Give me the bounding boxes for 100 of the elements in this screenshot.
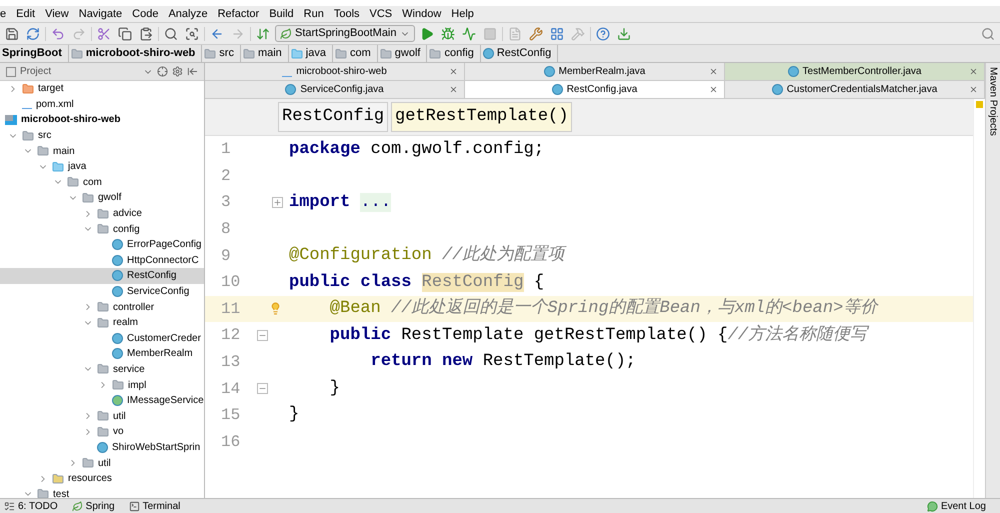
lightbulb-icon[interactable] [269,302,282,316]
line-number: 10 [221,272,242,294]
tree-item[interactable]: impl [0,377,204,393]
tree-item[interactable]: target [0,81,204,97]
menu-item[interactable]: Help [451,6,474,22]
close-icon[interactable] [709,67,718,76]
folder-icon [70,48,83,60]
menu-item[interactable]: VCS [370,6,392,22]
folder-icon [22,130,34,142]
hide-panel-icon[interactable] [187,66,198,77]
close-icon[interactable] [969,67,978,76]
tree-item[interactable]: controller [0,299,204,315]
tree-item[interactable]: com [0,174,204,190]
menu-item[interactable]: Code [132,6,158,22]
settings-icon[interactable] [172,66,183,77]
line-number: 15 [221,405,242,426]
folder-icon [22,82,34,95]
menu-item[interactable]: Navigate [78,6,122,22]
menu-item[interactable]: e [0,6,6,22]
warning-marker-icon [976,101,983,108]
breadcrumb-item[interactable]: SpringBoot [2,45,69,62]
code-line: import ... [288,192,392,214]
tree-item[interactable]: IMessageService [0,392,204,408]
tree-item[interactable]: test [0,486,204,498]
tree-item[interactable]: util [0,455,204,471]
editor-tab[interactable]: RestConfig.java [465,81,725,98]
close-icon[interactable] [969,85,978,94]
tree-item[interactable]: gwolf [0,190,204,206]
folder-icon [97,363,109,376]
folder-icon [97,223,109,236]
fold-start-icon[interactable] [257,330,268,341]
menu-item[interactable]: Edit [16,6,36,22]
folder-icon [67,176,79,188]
breadcrumb-item[interactable]: RestConfig [482,45,558,62]
editor-tab[interactable]: TestMemberController.java [725,63,985,80]
help-icon[interactable] [594,24,612,42]
line-number: 11 [221,298,242,320]
crosshair-icon[interactable] [157,66,168,77]
tree-item[interactable]: util [0,408,204,424]
breadcrumb-item[interactable]: gwolf [380,45,428,62]
line-number: 8 [221,219,232,240]
tree-item[interactable]: HttpConnectorC [0,252,204,268]
tree-item[interactable]: ServiceConfig [0,284,204,300]
structure-crumb[interactable]: getRestTemplate() [391,102,572,132]
coverage-icon[interactable] [460,24,478,42]
close-icon[interactable] [449,85,458,94]
close-icon[interactable] [709,85,718,94]
tree-item[interactable]: CustomerCreder [0,330,204,346]
tree-item[interactable]: service [0,362,204,378]
tree-item[interactable]: ShiroWebStartSprin [0,440,204,456]
breadcrumb-item[interactable]: com [334,45,378,62]
tree-item[interactable]: resources [0,470,204,486]
breadcrumb-item[interactable]: config [429,45,481,62]
tool-window-button[interactable]: Terminal [128,498,180,513]
fold-end-icon[interactable] [257,383,268,394]
structure-crumb[interactable]: RestConfig [278,102,388,132]
breadcrumb-item[interactable]: main [242,45,289,62]
breadcrumb-item[interactable]: microboot-shiro-web [70,45,202,62]
menu-item[interactable]: Refactor [218,6,260,22]
tree-item[interactable]: MemberRealm [0,346,204,362]
folder-icon [82,457,94,470]
code-line: return new RestTemplate(); [370,351,636,374]
tree-item[interactable]: config [0,221,204,237]
folder-icon [82,192,94,204]
maven-projects-tab[interactable]: Maven Projects [986,67,1000,136]
tree-item[interactable]: main [0,143,204,159]
close-icon[interactable] [449,67,458,76]
debug-bug-icon[interactable] [438,24,456,42]
line-number: 16 [221,432,242,453]
menu-item[interactable]: View [45,6,69,22]
tree-item[interactable]: advice [0,206,204,222]
fold-expand-icon[interactable] [272,196,283,208]
tree-item[interactable]: RestConfig [0,268,204,284]
breadcrumb-item[interactable]: src [204,45,241,62]
leaf-icon [280,28,292,40]
tree-item[interactable]: ErrorPageConfig [0,236,204,253]
tree-item[interactable]: pom.xml [0,96,204,112]
project-window-icon [6,66,16,76]
tree-item[interactable]: src [0,128,204,144]
menu-item[interactable]: Build [269,6,294,22]
menu-item[interactable]: Run [304,6,324,22]
menu-item[interactable]: Tools [334,6,360,22]
folder-icon [290,48,303,60]
copy-icon[interactable] [116,24,134,42]
tree-item[interactable]: java [0,158,204,175]
event-log-button[interactable]: Event Log [926,498,996,513]
run-configuration-dropdown[interactable]: StartSpringBootMain [275,25,414,42]
leaf-icon [72,500,83,512]
code-line: @Configuration //此处为配置项 [288,244,564,267]
tree-item[interactable]: microboot-shiro-web [0,112,204,128]
tool-window-button[interactable]: 6: TODO [4,498,58,513]
tree-item[interactable]: vo [0,424,204,440]
tool-window-button[interactable]: Spring [72,498,115,513]
menu-item[interactable]: Window [402,6,442,22]
todo-list-icon [4,500,15,512]
menu-item[interactable]: Analyze [168,6,208,22]
folder-icon [97,410,109,422]
settings-wrench-icon[interactable] [526,24,544,42]
breadcrumb-item[interactable]: java [290,45,333,62]
tree-item[interactable]: realm [0,314,204,330]
